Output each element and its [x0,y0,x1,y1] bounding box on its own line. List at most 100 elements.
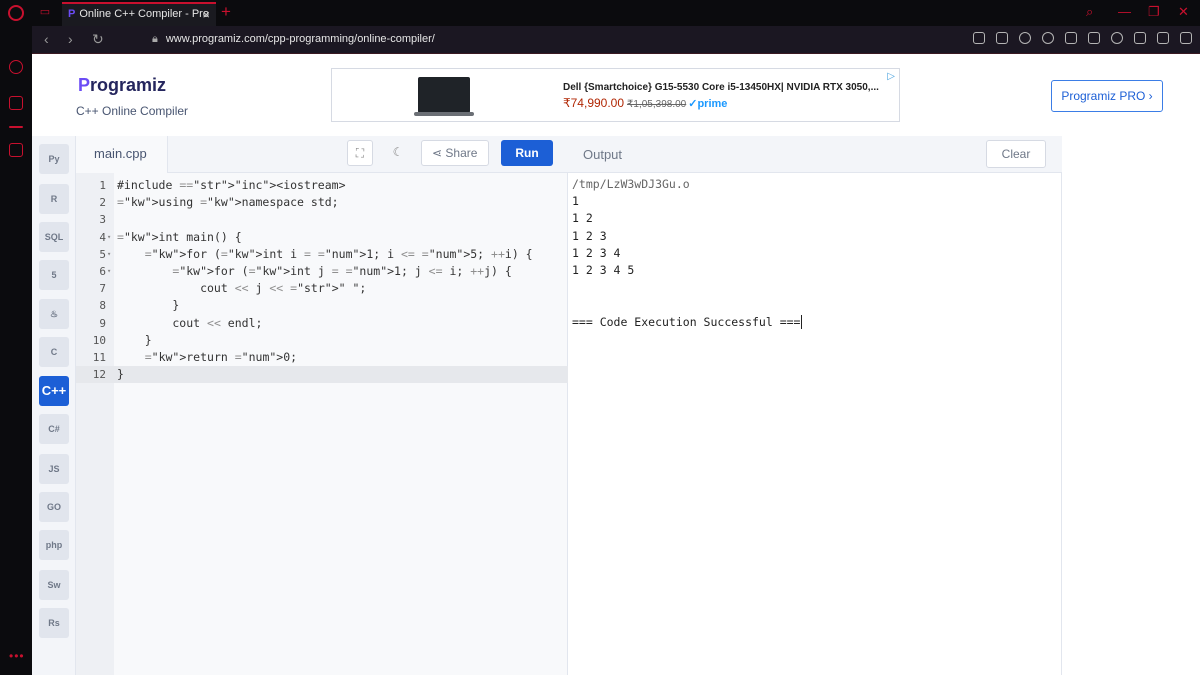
output-title: Output [583,147,623,162]
url-text: www.programiz.com/cpp-programming/online… [165,33,435,45]
language-go-icon[interactable]: GO [39,492,69,522]
programiz-logo[interactable]: Programiz [78,75,166,96]
share-button[interactable]: ⋖ Share [421,140,489,166]
reload-icon[interactable]: ↻ [92,31,104,48]
code-text: } [117,367,124,382]
shopping-icon[interactable] [9,96,23,110]
edit-icon[interactable] [973,32,985,44]
address-bar: ‹ › ↻ 🔒︎ www.programiz.com/cpp-programmin… [32,26,1200,54]
code-line[interactable]: 7 cout << j << ="str">" "; [76,280,568,297]
line-number: 11 [92,350,106,364]
language-javascript-icon[interactable]: JS [39,454,69,484]
code-line[interactable]: 1 #include =="str">"inc"><iostream> [76,177,568,194]
programiz-pro-button[interactable]: Programiz PRO › [1051,80,1163,112]
more-icon[interactable]: ••• [9,649,25,663]
laptop-image[interactable] [414,77,474,116]
web-page: Programiz C++ Online Compiler Dell {Smar… [32,54,1200,675]
code-text: ="kw">for (="kw">int i = ="num">1; i <= … [144,246,533,261]
forward-icon[interactable]: › [68,31,73,47]
back-icon[interactable]: ‹ [44,31,49,47]
restore-icon[interactable]: ❐ [1148,4,1160,20]
browser-toolbar [973,32,1192,44]
play-icon[interactable] [1042,32,1054,44]
code-line[interactable]: 12} [76,366,568,384]
heart-icon[interactable] [1065,32,1077,44]
programiz-favicon-icon: P [68,8,76,20]
code-line[interactable]: 3 [76,211,568,228]
code-line[interactable]: 2 ="kw">using ="kw">namespace std; [76,194,568,211]
output-line: 1 2 3 [572,228,607,243]
site-header: Programiz C++ Online Compiler Dell {Smar… [32,54,1200,136]
code-text: #include =="str">"inc"><iostream> [117,178,346,192]
line-number: 8 [99,299,106,313]
language-python-icon[interactable]: Py [39,144,69,174]
camera-icon[interactable] [996,32,1008,44]
clear-button[interactable]: Clear [986,140,1046,168]
search-tabs-icon[interactable]: ⌕ [1086,4,1093,20]
extensions-icon[interactable] [1088,32,1100,44]
fold-toggle-icon[interactable]: ▾ [107,229,111,246]
code-text: } [117,332,152,347]
code-editor-pane: main.cpp ⛶ ☾ ⋖ Share Run 1 #include =="st… [76,136,568,675]
browser-tab[interactable]: P Online C++ Compiler - Pro × [62,2,216,26]
run-button[interactable]: Run [501,140,553,166]
fullscreen-icon[interactable]: ⛶ [347,140,373,166]
menu-icon[interactable] [1180,32,1192,44]
advertisement-banner[interactable]: Dell {Smartchoice} G15-5530 Core i5-1345… [331,68,900,122]
dark-mode-icon[interactable]: ☾ [385,140,411,166]
close-window-icon[interactable]: ✕ [1178,4,1189,20]
ad-title[interactable]: Dell {Smartchoice} G15-5530 Core i5-1345… [563,82,879,93]
opera-logo-icon[interactable] [8,5,24,21]
language-rust-icon[interactable]: Rs [39,608,69,638]
lock-icon: 🔒︎ [152,33,158,45]
new-tab-icon[interactable]: + [221,2,231,22]
code-input[interactable]: 1 #include =="str">"inc"><iostream> 2 ="kw"… [76,177,568,384]
code-line[interactable]: 10 } [76,332,568,349]
battery-icon[interactable] [1157,32,1169,44]
language-java-icon[interactable]: ♨ [39,299,69,329]
speed-dial-icon[interactable] [9,60,23,74]
code-line[interactable]: 4 ▾ ="kw">int main() { [76,229,568,246]
language-sql-icon[interactable]: SQL [39,222,69,252]
profile-icon[interactable] [1111,32,1123,44]
url-field[interactable]: 🔒︎ www.programiz.com/cpp-programming/onli… [152,33,435,46]
output-console[interactable]: /tmp/LzW3wDJ3Gu.o 1 1 2 1 2 3 1 2 3 4 1 … [572,176,803,331]
fold-toggle-icon[interactable]: ▾ [107,246,111,263]
ad-choices-icon[interactable]: ▷ [887,71,895,82]
code-line[interactable]: 8 } [76,297,568,314]
fold-toggle-icon[interactable]: ▾ [107,263,111,280]
gamepad-icon[interactable]: ▭ [38,6,52,18]
file-tab[interactable]: main.cpp [76,136,168,173]
minimize-icon[interactable]: — [1118,4,1131,19]
code-line[interactable]: 6 ▾ ="kw">for (="kw">int j = ="num">1; j … [76,263,568,280]
language-r-icon[interactable]: R [39,184,69,214]
code-text: ="kw">int main() { [117,229,242,244]
code-text: } [117,298,180,313]
history-icon[interactable] [9,143,23,157]
output-line: 1 2 3 4 [572,245,621,260]
download-icon[interactable] [1134,32,1146,44]
language-cpp-icon[interactable]: C++ [39,376,69,406]
language-csharp-icon[interactable]: C# [39,414,69,444]
block-ads-icon[interactable] [1019,32,1031,44]
language-swift-icon[interactable]: Sw [39,570,69,600]
language-c-icon[interactable]: C [39,337,69,367]
code-line[interactable]: 11 ="kw">return ="num">0; [76,349,568,366]
code-text: ="kw">using ="kw">namespace std; [117,195,339,210]
tab-bar: ▭ P Online C++ Compiler - Pro × + ⌕ — ❐ ✕ [0,0,1200,26]
language-html-icon[interactable]: 5 [39,260,69,290]
language-php-icon[interactable]: php [39,530,69,560]
line-number: 12 [92,368,106,382]
share-icon: ⋖ [432,146,446,160]
code-text: ="kw">for (="kw">int j = ="num">1; j <= … [172,263,512,278]
ad-price: ₹74,990.00 ₹1,05,398.00 ✓prime [563,96,728,110]
page-subtitle: C++ Online Compiler [76,104,189,118]
output-line: === Code Execution Successful === [572,314,801,329]
opera-sidebar: ••• [0,26,32,675]
browser-window: ▭ P Online C++ Compiler - Pro × + ⌕ — ❐ ✕… [0,0,1200,675]
tab-title: Online C++ Compiler - Pro [79,8,209,20]
code-line[interactable]: 5 ▾ ="kw">for (="kw">int i = ="num">1; i … [76,246,568,263]
code-line[interactable]: 9 cout << endl; [76,315,568,332]
line-number: 2 [99,196,106,210]
close-tab-icon[interactable]: × [202,7,210,22]
